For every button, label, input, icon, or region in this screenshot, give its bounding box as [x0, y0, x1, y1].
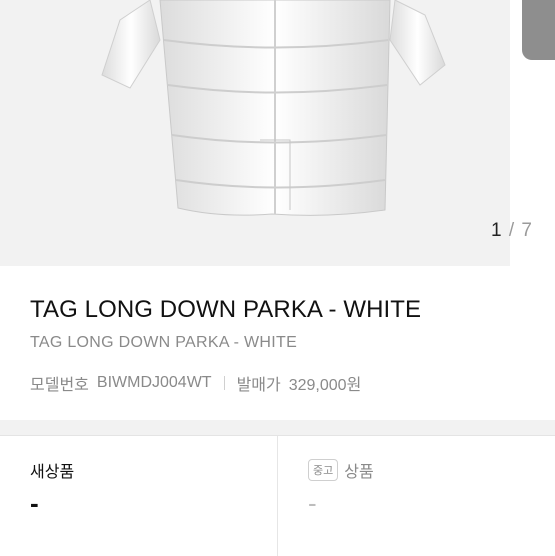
- image-counter-separator: /: [508, 220, 516, 241]
- release-price-value: 329,000원: [288, 377, 362, 394]
- used-product-label-group: 중고 상품: [308, 458, 374, 482]
- new-product-label: 새상품: [30, 464, 75, 481]
- next-image-shape: [522, 0, 555, 60]
- used-product-option[interactable]: 중고 상품 -: [278, 436, 555, 556]
- used-product-price: -: [308, 488, 317, 518]
- product-image-gallery[interactable]: 1 / 7: [0, 0, 555, 266]
- new-product-option[interactable]: 새상품 -: [0, 436, 278, 556]
- new-product-price: -: [30, 488, 39, 518]
- release-price-label: 발매가: [236, 377, 281, 394]
- meta-divider: [223, 376, 225, 390]
- product-info: TAG LONG DOWN PARKA - WHITE TAG LONG DOW…: [0, 266, 555, 420]
- image-counter: 1 / 7: [491, 220, 533, 242]
- trade-options: 새상품 - 중고 상품 -: [0, 435, 555, 556]
- used-product-label: 상품: [344, 464, 374, 481]
- image-counter-current: 1: [491, 220, 503, 241]
- used-badge: 중고: [308, 459, 339, 481]
- product-title: TAG LONG DOWN PARKA - WHITE: [30, 296, 422, 323]
- product-meta: 모델번호 BIWMDJ004WT 발매가 329,000원: [30, 371, 361, 395]
- product-image: [101, 0, 446, 216]
- model-number-value: BIWMDJ004WT: [96, 374, 212, 391]
- image-counter-total: 7: [521, 220, 533, 241]
- model-number-label: 모델번호: [30, 377, 89, 394]
- product-subtitle: TAG LONG DOWN PARKA - WHITE: [30, 334, 298, 351]
